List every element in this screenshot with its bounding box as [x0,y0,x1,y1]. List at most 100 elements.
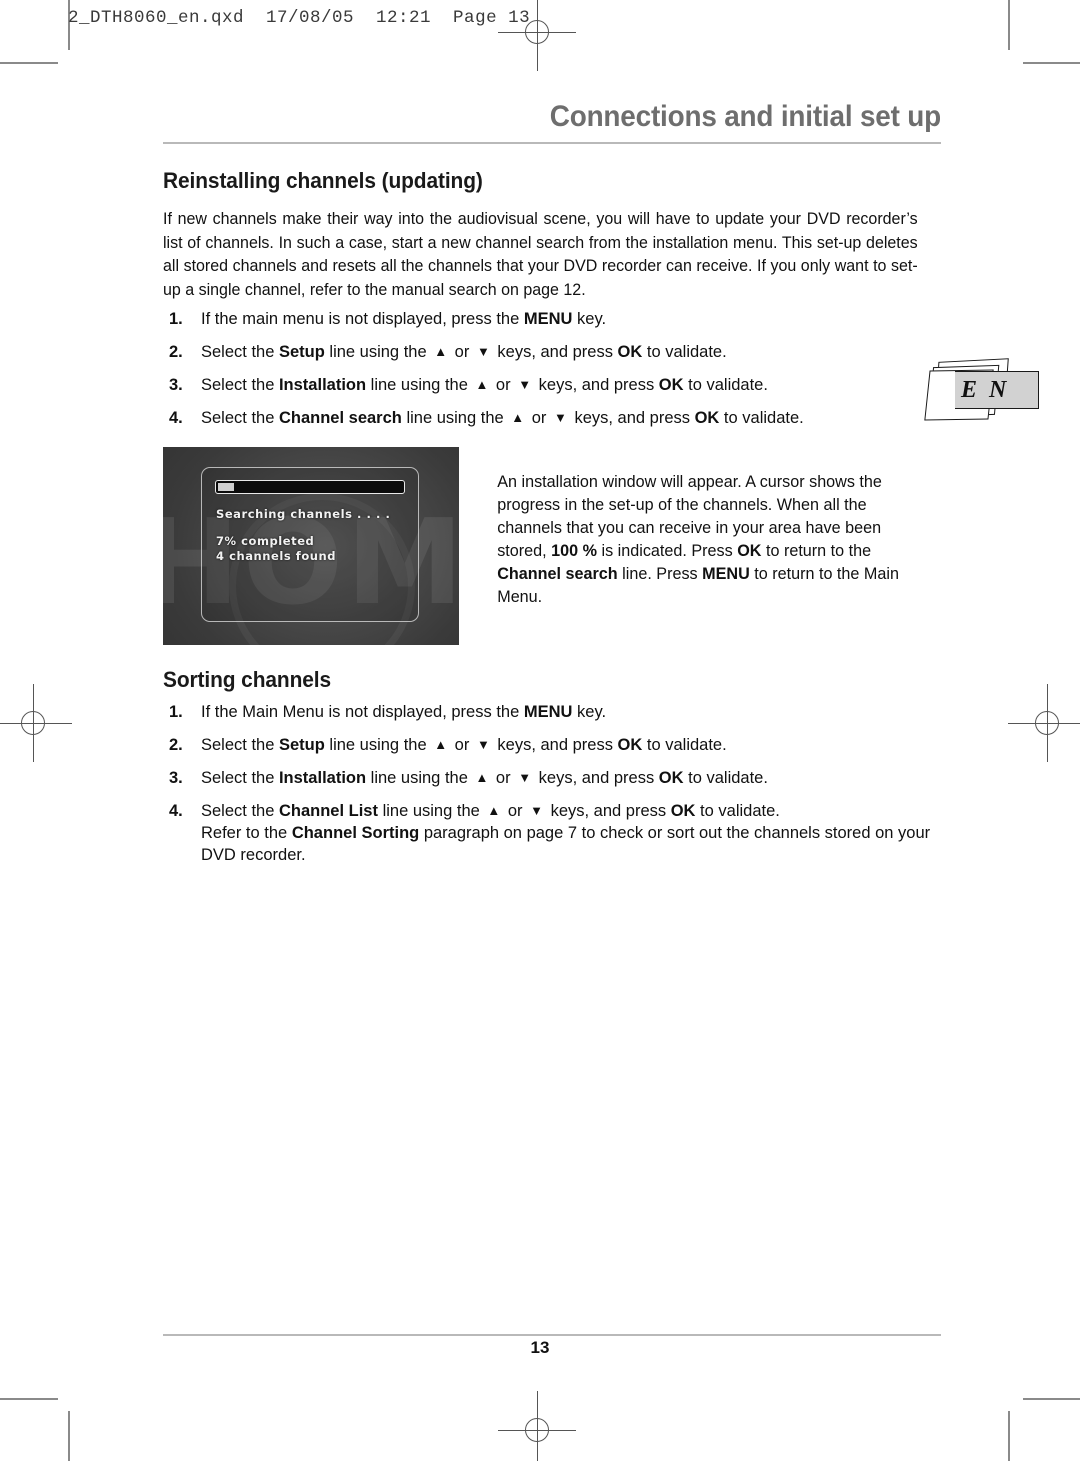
step-text: If the Main Menu is not displayed, press… [201,703,524,721]
emphasis-text: MENU [702,565,750,583]
arrow-down-icon: ▼ [530,803,543,818]
emphasis-text: Installation [278,376,367,394]
emphasis-text: OK [694,409,720,427]
step-text: Select the [201,802,279,820]
emphasis-text: Channel search [497,565,618,583]
step-text: keys, and press [534,376,659,394]
step-text: keys, and press [534,769,659,787]
step-text: to validate. [642,736,727,754]
step-text: is indicated. Press [597,542,738,560]
step-text: line using the [324,736,432,754]
channels-found-text: 4 channels found [216,549,337,563]
step-text: If the main menu is not displayed, press… [201,310,524,328]
step-text: or [491,376,516,394]
arrow-up-icon: ▲ [434,344,448,359]
prepress-slug: 2_DTH8060_en.qxd 17/08/05 12:21 Page 13 [68,8,531,28]
emphasis-text: OK [737,542,762,560]
emphasis-text: OK [617,343,643,361]
crop-mark-bottom-left-horizontal [0,1398,58,1400]
step-text: keys, and press [492,343,618,361]
step-number: 3. [169,376,183,394]
step-number: 2. [169,736,183,754]
crop-mark-bottom-right-vertical [1008,1411,1010,1461]
step-text: to validate. [642,343,727,361]
steps-list-sorting: 1. If the Main Menu is not displayed, pre… [163,701,941,866]
arrow-up-icon: ▲ [475,377,489,392]
section-heading: Sorting channels [163,667,332,692]
step-text: or [491,769,516,787]
emphasis-text: OK [658,769,684,787]
crop-mark-bottom-left-vertical [68,1411,70,1461]
emphasis-text: OK [658,376,684,394]
emphasis-text: 100 % [551,542,598,560]
step-text: Select the [201,736,279,754]
arrow-up-icon: ▲ [475,770,489,785]
step-item: 2. Select the Setup line using the ▲ or ▼… [163,341,941,363]
installation-dialog: Searching channels . . . . 7% completed … [201,467,419,622]
step-text: Select the [201,376,279,394]
arrow-up-icon: ▲ [511,410,525,425]
step-text: or [450,343,474,361]
step-text: to validate. [683,769,768,787]
section-reinstalling-channels: Reinstalling channels (updating) If new … [163,168,941,645]
emphasis-text: Setup [278,736,325,754]
step-text: line using the [401,409,509,427]
crop-mark-top-left-horizontal [0,62,58,64]
step-number: 4. [169,409,183,427]
step-item: 4. Select the Channel List line using the… [163,800,941,866]
step-item: 2. Select the Setup line using the ▲ or ▼… [163,734,941,756]
tv-screenshot: HOMSO Searching channels . . . . 7% comp… [163,447,459,645]
step-text: or [527,409,551,427]
progress-bar [215,480,405,494]
registration-mark-right [1008,684,1080,762]
tab-label-text: E N [961,376,1010,403]
step-text: keys, and press [545,802,671,820]
registration-mark-bottom [498,1391,576,1461]
emphasis-text: Installation [278,769,367,787]
footer-divider [163,1334,941,1336]
step-text: line using the [366,376,473,394]
step-text: Select the [201,769,279,787]
step-number: 1. [169,703,183,721]
arrow-down-icon: ▼ [476,344,490,359]
document-page: 2_DTH8060_en.qxd 17/08/05 12:21 Page 13 … [0,0,1080,1461]
percent-completed-text: 7% completed [216,534,315,548]
tab-label-box: E N [955,371,1039,409]
crop-mark-top-right-vertical [1008,0,1010,50]
step-text: Select the [201,409,279,427]
title-divider [163,142,941,144]
page-content: Connections and initial set up Reinstall… [163,100,941,877]
step-text: to validate. [695,802,780,820]
steps-list-reinstalling: 1. If the main menu is not displayed, pre… [163,308,941,429]
step-text: line using the [377,802,485,820]
step-text: line using the [366,769,473,787]
step-item: 1. If the main menu is not displayed, pre… [163,308,941,330]
crop-mark-top-right-horizontal [1023,62,1080,64]
page-title: Connections and initial set up [549,100,941,133]
step-text: or [503,802,528,820]
step-item: 3. Select the Installation line using the… [163,374,941,396]
step-number: 4. [169,802,183,820]
registration-mark-left [0,684,72,762]
emphasis-text: Channel List [278,802,378,820]
emphasis-text: Channel Sorting [291,824,420,842]
emphasis-text: OK [617,736,643,754]
step-item: 3. Select the Installation line using the… [163,767,941,789]
step-text: to validate. [719,409,804,427]
step-text: key. [572,310,607,328]
progress-bar-fill [217,482,234,491]
emphasis-text: Setup [278,343,325,361]
step-text: keys, and press [569,409,695,427]
language-tab-en: E N [924,358,1045,424]
arrow-down-icon: ▼ [518,377,532,392]
figure-caption: An installation window will appear. A cu… [459,447,931,609]
searching-status-text: Searching channels . . . . [216,507,391,521]
section-intro-paragraph: If new channels make their way into the … [163,210,918,299]
emphasis-text: OK [670,802,696,820]
step-text: line using the [324,343,432,361]
arrow-up-icon: ▲ [434,737,448,752]
step-text: key. [572,703,607,721]
crop-mark-bottom-right-horizontal [1023,1398,1080,1400]
step-text: to return to the [761,542,872,560]
step-number: 2. [169,343,183,361]
